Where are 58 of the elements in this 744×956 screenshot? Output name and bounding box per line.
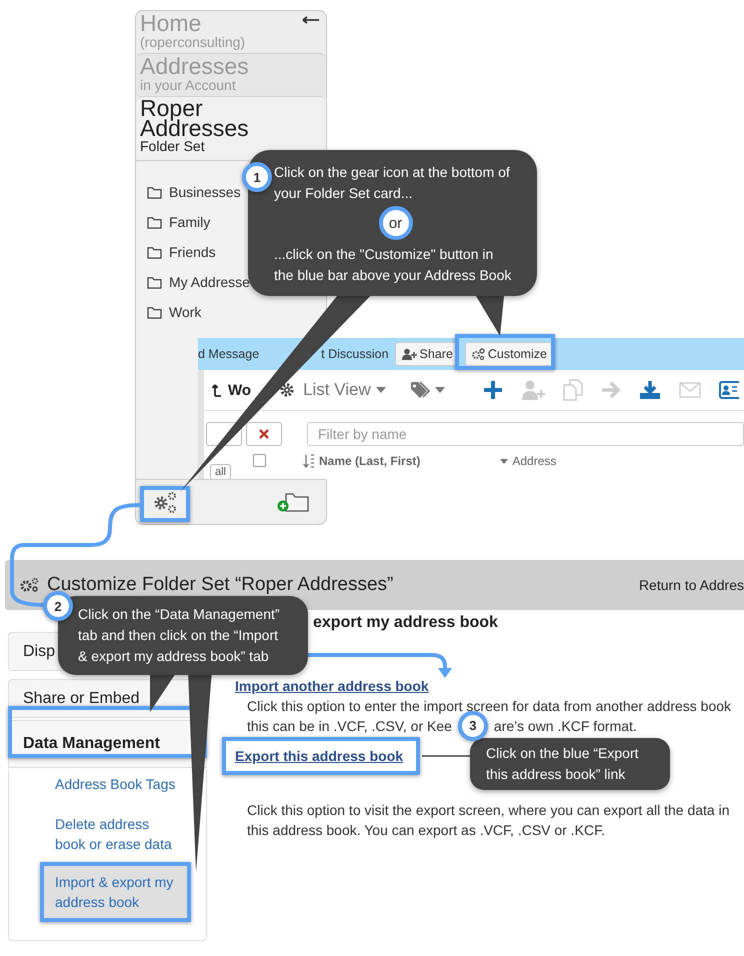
add-folder-icon[interactable] xyxy=(276,491,310,513)
folder-icon xyxy=(147,276,162,288)
or-badge: or xyxy=(378,206,412,240)
download-icon[interactable] xyxy=(638,380,661,400)
export-link[interactable]: Export this address book xyxy=(235,748,404,764)
folder-name: Wo xyxy=(228,382,252,398)
select-all-tag[interactable]: all xyxy=(210,464,232,480)
column-header[interactable]: Address xyxy=(500,454,556,468)
folder-icon xyxy=(147,246,162,258)
callout-text: ...click on the "Customize" button in the blue bar above your Address Book xyxy=(274,245,512,285)
checkbox[interactable] xyxy=(253,454,266,467)
tags-dropdown[interactable] xyxy=(410,381,445,399)
breadcrumb-level[interactable]: Roper Addresses Folder Set xyxy=(136,96,326,160)
submenu-link[interactable]: Delete address book or erase data xyxy=(40,814,206,854)
back-arrow-icon[interactable] xyxy=(302,16,320,24)
folder-icon xyxy=(147,186,162,198)
folder-item[interactable]: Family xyxy=(147,207,210,237)
close-icon xyxy=(259,429,269,439)
menu-link[interactable]: d Message xyxy=(198,347,260,361)
step-badge: 3 xyxy=(458,711,488,741)
menu-link[interactable]: t Discussion xyxy=(321,347,389,361)
up-level-icon[interactable] xyxy=(212,383,222,397)
filter-field[interactable]: Filter by name xyxy=(307,422,744,446)
gears-icon xyxy=(19,577,39,593)
add-icon[interactable] xyxy=(482,380,503,400)
submenu-link[interactable]: Address Book Tags xyxy=(40,774,206,794)
section-heading: export my address book xyxy=(313,614,499,632)
customize-button[interactable]: Customize xyxy=(464,342,553,366)
gear-icon[interactable] xyxy=(152,490,178,514)
sort-icon xyxy=(303,454,316,468)
option-description: Click this option to visit the export screen, where you can export all the data in this address book. You can export as .VCF, .CSV or .KCF. xyxy=(246,801,730,840)
highlight-frame xyxy=(140,486,190,522)
callout-text: Click on the “Data Management” tab and then click on the “Import & export my address book” tab xyxy=(78,605,281,666)
contact-card-icon[interactable] xyxy=(718,381,739,399)
callout-text: Click on the blue “Export this address book” link xyxy=(486,744,640,784)
view-dropdown[interactable]: List View xyxy=(303,380,386,400)
caret-icon xyxy=(376,387,386,393)
folder-item[interactable]: My Addresse xyxy=(147,267,250,297)
folder-item[interactable]: Work xyxy=(147,297,202,327)
step-badge: 2 xyxy=(43,591,73,621)
folder-icon xyxy=(147,216,162,228)
settings-icon[interactable] xyxy=(279,382,296,398)
folder-item[interactable]: Businesses xyxy=(147,177,241,207)
option-description: this can be in .VCF, .CSV, or Kee xyxy=(247,717,452,736)
column-header[interactable]: Name (Last, First) xyxy=(303,454,420,468)
caret-icon xyxy=(434,387,445,393)
tags-icon xyxy=(410,381,432,399)
step-badge: 1 xyxy=(242,162,272,192)
return-link[interactable]: Return to Addres xyxy=(638,577,744,593)
callout-text: Click on the gear icon at the bottom of your Folder Set card... xyxy=(274,163,511,203)
folder-icon xyxy=(147,306,162,318)
add-person-icon xyxy=(400,348,417,360)
option-description: are’s own .KCF format. xyxy=(494,717,637,736)
caret-icon xyxy=(500,458,508,464)
folder-item[interactable]: Friends xyxy=(147,237,216,267)
clear-button[interactable] xyxy=(246,422,282,446)
import-link[interactable]: Import another address book xyxy=(235,678,429,694)
gears-icon xyxy=(470,348,485,360)
